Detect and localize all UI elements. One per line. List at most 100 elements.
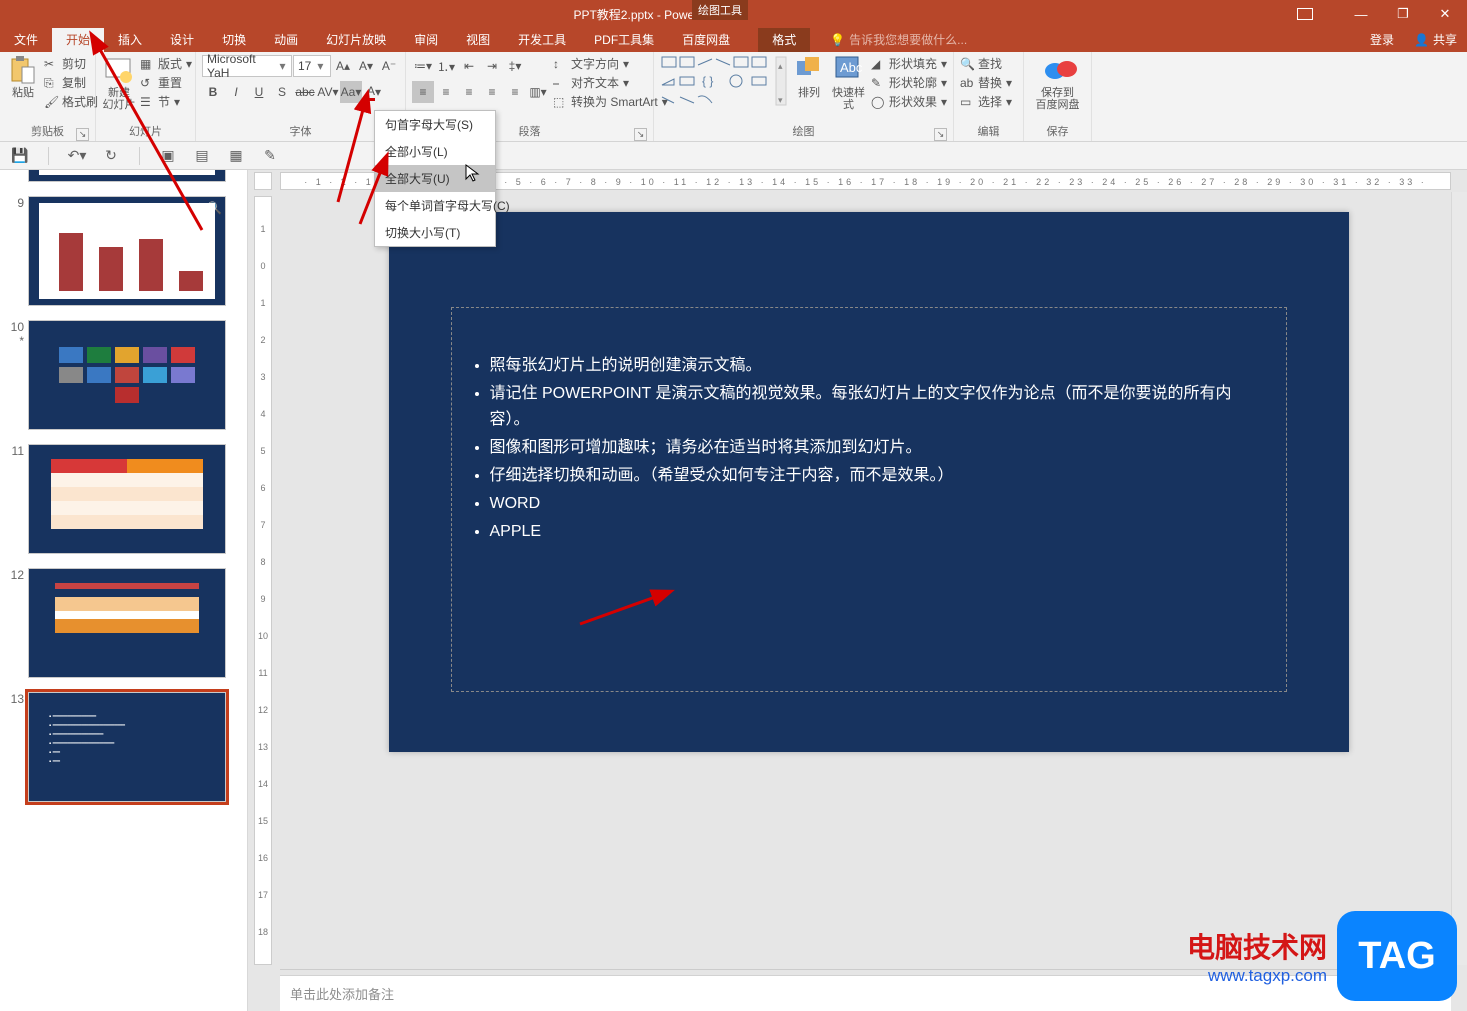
thumb-number-9: 9 <box>6 196 26 306</box>
align-right-button[interactable]: ≡ <box>458 81 480 103</box>
group-editing: 🔍查找 ab替换▾ ▭选择▾ 编辑 <box>954 52 1024 141</box>
quick-styles-icon: Abc <box>831 55 865 85</box>
bullet-item: APPLE <box>490 518 1270 546</box>
vertical-ruler[interactable]: 10123456789101112131415161718 <box>254 196 272 965</box>
tab-baidu[interactable]: 百度网盘 <box>668 28 744 52</box>
replace-icon: ab <box>960 76 974 90</box>
thumb-number-11: 11 <box>6 444 26 554</box>
paste-icon <box>6 55 40 85</box>
share-button[interactable]: 👤 共享 <box>1404 28 1467 52</box>
shape-gallery[interactable]: { } ▴ ▾ <box>660 55 788 110</box>
tab-file[interactable]: 文件 <box>0 28 52 52</box>
clear-format-button[interactable]: A⁻ <box>378 55 400 77</box>
bulb-icon: 💡 <box>830 28 845 52</box>
font-name-combo[interactable]: Microsoft YaH▾ <box>202 55 292 77</box>
quick-styles-button[interactable]: Abc 快速样式 <box>830 55 867 111</box>
undo-icon[interactable]: ↶▾ <box>67 146 87 166</box>
columns-button[interactable]: ▥▾ <box>527 81 549 103</box>
cursor-icon <box>466 165 480 183</box>
thumb-slide-10[interactable] <box>28 320 226 430</box>
group-clipboard-label: 剪贴板 <box>31 126 64 138</box>
find-button[interactable]: 🔍查找 <box>960 55 1012 72</box>
shadow-button[interactable]: S <box>271 81 293 103</box>
underline-button[interactable]: U <box>248 81 270 103</box>
paste-button[interactable]: 粘贴 <box>6 55 40 99</box>
vertical-scrollbar[interactable] <box>1451 192 1467 965</box>
thumb-number-8: 8 <box>6 170 26 182</box>
text-direction-button[interactable]: ↕文字方向▾ <box>553 55 668 72</box>
tab-view[interactable]: 视图 <box>452 28 504 52</box>
smartart-button[interactable]: ⬚转换为 SmartArt▾ <box>553 93 668 110</box>
shrink-font-button[interactable]: A▾ <box>355 55 377 77</box>
select-button[interactable]: ▭选择▾ <box>960 93 1012 110</box>
arrange-button[interactable]: 排列 <box>792 55 826 99</box>
strike-button[interactable]: abc <box>294 81 316 103</box>
tab-pdf[interactable]: PDF工具集 <box>580 28 668 52</box>
cloud-icon <box>1041 55 1075 85</box>
minimize-button[interactable]: — <box>1349 7 1373 22</box>
save-baidu-button[interactable]: 保存到 百度网盘 <box>1030 55 1085 111</box>
window-title: PPT教程2.pptx - PowerPoint <box>2 6 1297 23</box>
tab-animations[interactable]: 动画 <box>260 28 312 52</box>
thumb-slide-12[interactable] <box>28 568 226 678</box>
copy-button[interactable]: ⎘复制 <box>44 74 98 91</box>
tab-format[interactable]: 格式 <box>758 28 810 52</box>
drawing-launcher[interactable]: ↘ <box>934 128 947 141</box>
menu-lowercase[interactable]: 全部小写(L) <box>375 138 495 165</box>
watermark: 电脑技术网 www.tagxp.com TAG <box>1187 911 1457 1001</box>
distribute-button[interactable]: ≡ <box>504 81 526 103</box>
group-editing-label: 编辑 <box>978 126 1000 138</box>
content-textbox[interactable]: 照每张幻灯片上的说明创建演示文稿。请记住 POWERPOINT 是演示文稿的视觉… <box>451 307 1287 692</box>
line-spacing-button[interactable]: ‡▾ <box>504 55 526 77</box>
dec-indent-button[interactable]: ⇤ <box>458 55 480 77</box>
cut-button[interactable]: ✂剪切 <box>44 55 98 72</box>
align-text-icon: ⎯ <box>553 76 567 90</box>
watermark-badge: TAG <box>1337 911 1457 1001</box>
inc-indent-button[interactable]: ⇥ <box>481 55 503 77</box>
save-icon[interactable]: 💾 <box>10 146 30 166</box>
thumb-number-12: 12 <box>6 568 26 678</box>
tab-review[interactable]: 审阅 <box>400 28 452 52</box>
shape-effects-button[interactable]: ◯形状效果▾ <box>871 93 947 110</box>
group-drawing: { } ▴ ▾ 排列 Abc 快速样式 ◢形状填充▾ ✎形状轮廓▾ <box>654 52 954 141</box>
tab-transitions[interactable]: 切换 <box>208 28 260 52</box>
menu-sentence-case[interactable]: 句首字母大写(S) <box>375 111 495 138</box>
replace-button[interactable]: ab替换▾ <box>960 74 1012 91</box>
login-button[interactable]: 登录 <box>1360 28 1404 52</box>
slide-thumbnail-panel[interactable]: 8 9 🔍 10* <box>0 170 248 1011</box>
tell-me-input[interactable]: 💡 告诉我您想要做什么... <box>830 28 967 52</box>
restore-button[interactable]: ❐ <box>1391 6 1415 22</box>
group-drawing-label: 绘图 <box>793 126 815 138</box>
brush-icon: 🖌 <box>44 95 58 109</box>
tab-developer[interactable]: 开发工具 <box>504 28 580 52</box>
italic-button[interactable]: I <box>225 81 247 103</box>
thumb-slide-13[interactable]: ▪ ━━━━━━━━━━━━▪ ━━━━━━━━━━━━━━━━━━━━▪ ━━… <box>28 692 226 802</box>
align-center-button[interactable]: ≡ <box>435 81 457 103</box>
close-button[interactable]: ✕ <box>1433 6 1457 22</box>
format-painter-button[interactable]: 🖌格式刷 <box>44 93 98 110</box>
bullets-button[interactable]: ≔▾ <box>412 55 434 77</box>
contextual-tool-label: 绘图工具 <box>690 0 750 20</box>
justify-button[interactable]: ≡ <box>481 81 503 103</box>
qat-icon-3[interactable]: ▦ <box>226 146 246 166</box>
thumb-slide-11[interactable] <box>28 444 226 554</box>
grow-font-button[interactable]: A▴ <box>332 55 354 77</box>
align-text-button[interactable]: ⎯对齐文本▾ <box>553 74 668 91</box>
shape-fill-button[interactable]: ◢形状填充▾ <box>871 55 947 72</box>
numbering-button[interactable]: ⒈▾ <box>435 55 457 77</box>
shape-outline-button[interactable]: ✎形状轮廓▾ <box>871 74 947 91</box>
bullet-item: 仔细选择切换和动画。（希望受众如何专注于内容，而不是效果。） <box>490 462 1270 490</box>
clipboard-launcher[interactable]: ↘ <box>76 128 89 141</box>
ruler-corner <box>254 172 272 190</box>
watermark-url: www.tagxp.com <box>1187 966 1327 986</box>
bullet-item: WORD <box>490 490 1270 518</box>
align-left-button[interactable]: ≡ <box>412 81 434 103</box>
ribbon: 粘贴 ✂剪切 ⎘复制 🖌格式刷 剪贴板↘ 新建 幻灯片 ▦版式▾ ↺重置 ☰节▾… <box>0 52 1467 142</box>
ribbon-display-options-icon[interactable] <box>1297 8 1313 20</box>
group-clipboard: 粘贴 ✂剪切 ⎘复制 🖌格式刷 剪贴板 ↘ <box>0 52 96 141</box>
qat-icon-4[interactable]: ✎ <box>260 146 280 166</box>
paragraph-launcher[interactable]: ↘ <box>634 128 647 141</box>
font-size-combo[interactable]: 17▾ <box>293 55 331 77</box>
tab-slideshow[interactable]: 幻灯片放映 <box>312 28 400 52</box>
slide-canvas[interactable]: 照每张幻灯片上的说明创建演示文稿。请记住 POWERPOINT 是演示文稿的视觉… <box>389 212 1349 752</box>
